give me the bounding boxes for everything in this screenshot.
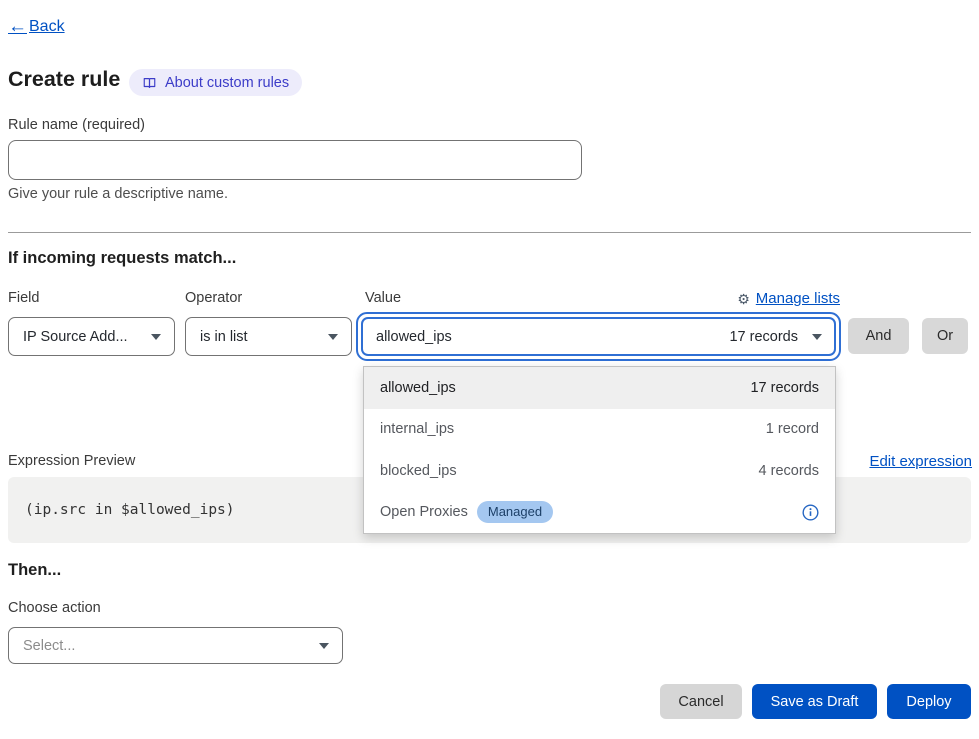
list-option-blocked-ips[interactable]: blocked_ips 4 records — [364, 450, 835, 492]
choose-action-label: Choose action — [8, 600, 101, 616]
field-select[interactable]: IP Source Add... — [8, 317, 175, 356]
chevron-down-icon — [319, 643, 329, 649]
value-combobox[interactable]: allowed_ips 17 records — [356, 312, 841, 361]
chevron-down-icon — [151, 334, 161, 340]
section-divider — [8, 232, 971, 233]
edit-expression-link[interactable]: Edit expression — [869, 453, 972, 470]
expression-preview-label: Expression Preview — [8, 453, 135, 469]
value-selected: allowed_ips — [376, 329, 719, 345]
or-button[interactable]: Or — [922, 318, 968, 354]
expression-code: (ip.src in $allowed_ips) — [25, 502, 235, 518]
field-select-value: IP Source Add... — [23, 329, 128, 345]
chevron-down-icon — [328, 334, 338, 340]
list-option-name: blocked_ips — [380, 463, 457, 479]
back-label: Back — [29, 18, 65, 36]
match-section-heading: If incoming requests match... — [8, 249, 236, 268]
info-icon[interactable] — [802, 504, 819, 521]
back-arrow-icon: ← — [8, 17, 27, 36]
list-option-meta: 4 records — [759, 463, 819, 479]
action-select[interactable]: Select... — [8, 627, 343, 664]
then-section-heading: Then... — [8, 561, 61, 580]
operator-select[interactable]: is in list — [185, 317, 352, 356]
rule-name-label: Rule name (required) — [8, 117, 145, 133]
operator-select-value: is in list — [200, 329, 248, 345]
deploy-button[interactable]: Deploy — [887, 684, 971, 719]
list-option-meta: 17 records — [750, 380, 819, 396]
save-as-draft-button[interactable]: Save as Draft — [752, 684, 877, 719]
list-option-meta: 1 record — [766, 421, 819, 437]
book-icon — [142, 76, 157, 90]
rule-name-input[interactable] — [8, 140, 582, 180]
manage-lists-label: Manage lists — [756, 290, 840, 307]
list-option-name: allowed_ips — [380, 380, 456, 396]
action-select-placeholder: Select... — [23, 638, 75, 654]
operator-label: Operator — [185, 290, 242, 306]
chevron-down-icon — [812, 334, 822, 340]
manage-lists-link[interactable]: ⚙ Manage lists — [737, 290, 840, 307]
value-selected-meta: 17 records — [729, 329, 798, 345]
and-button[interactable]: And — [848, 318, 909, 354]
managed-badge: Managed — [477, 501, 553, 523]
list-option-name: internal_ips — [380, 421, 454, 437]
cancel-button[interactable]: Cancel — [660, 684, 742, 719]
field-label: Field — [8, 290, 39, 306]
list-dropdown-menu: allowed_ips 17 records internal_ips 1 re… — [363, 366, 836, 534]
back-link[interactable]: ←Back — [8, 17, 65, 36]
value-label: Value — [365, 290, 401, 306]
list-option-internal-ips[interactable]: internal_ips 1 record — [364, 409, 835, 451]
list-option-open-proxies[interactable]: Open Proxies Managed — [364, 492, 835, 534]
about-custom-rules-badge[interactable]: About custom rules — [129, 69, 302, 96]
rule-name-helper: Give your rule a descriptive name. — [8, 186, 228, 202]
list-option-name: Open Proxies — [380, 504, 468, 520]
list-option-allowed-ips[interactable]: allowed_ips 17 records — [364, 367, 835, 409]
about-custom-rules-label: About custom rules — [165, 75, 289, 91]
gear-icon: ⚙ — [737, 292, 750, 306]
page-title: Create rule — [8, 67, 120, 92]
